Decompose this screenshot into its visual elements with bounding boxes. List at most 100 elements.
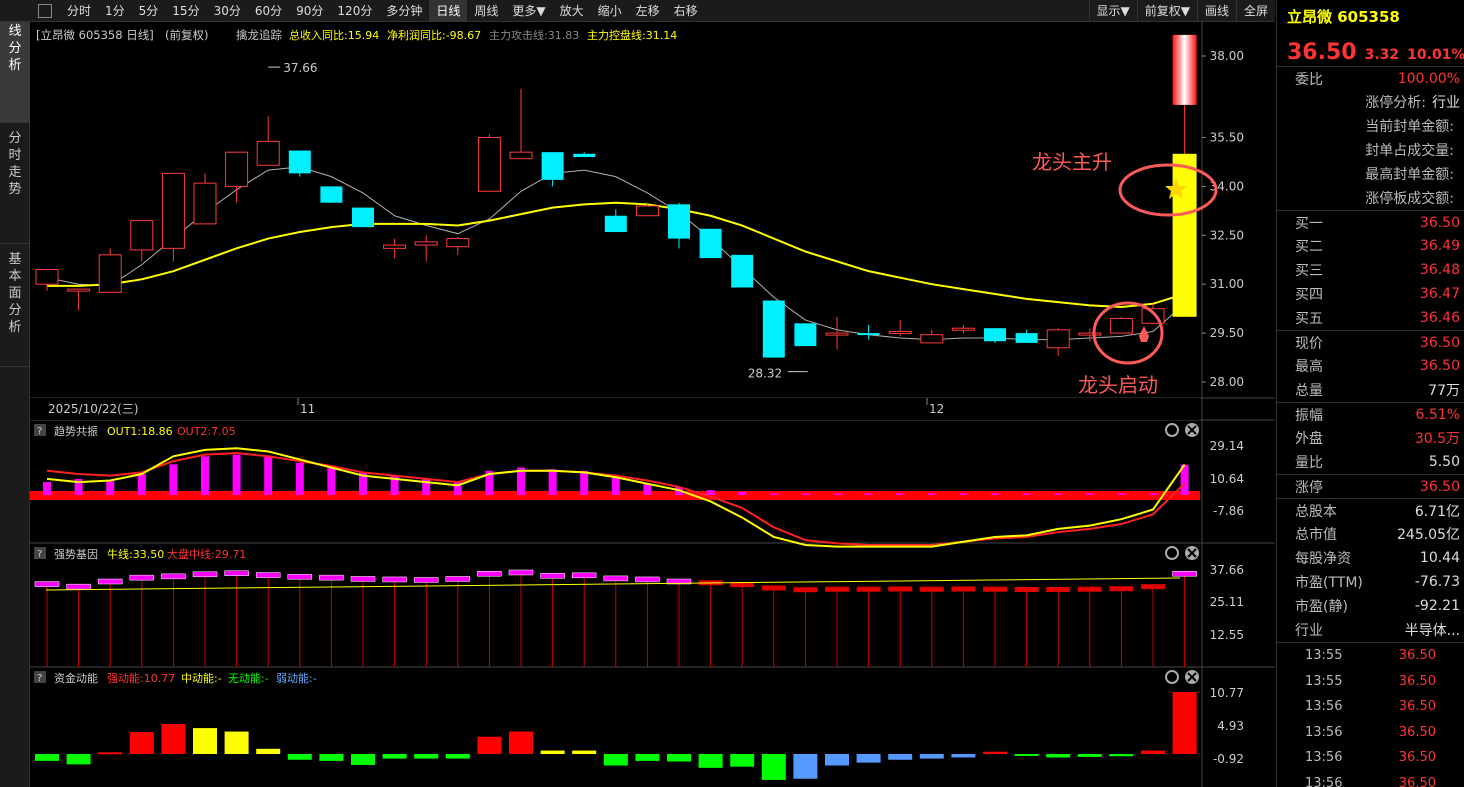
sidebar: K线分析 分时走势 基本面分析 [0,0,30,787]
stat-row: 最高封单金额: [1277,162,1464,186]
tick-time: 13:56 [1305,724,1343,740]
fund-bar [919,754,944,759]
stat-value: 10.44 [1419,550,1460,566]
tab-fundamental[interactable]: 基本面分析 [0,245,30,367]
stat-label: 总市值 [1295,527,1337,543]
sub-title: 趋势共振 [54,424,98,438]
stat-label: 买一 [1295,215,1323,232]
checkbox-icon[interactable] [38,4,52,18]
annotation-top: 龙头主升 [1032,150,1112,174]
gene-bar [635,576,660,583]
toolbar-right-button[interactable]: 前复权▼ [1136,0,1197,21]
fund-bar [761,754,786,780]
toolbar-right-button[interactable]: 全屏 [1235,0,1275,21]
candle-body [446,238,470,248]
chart-area[interactable]: [立昂微 605358 日线] (前复权) 擒龙追踪 总收入同比:15.94 净利润同比… [30,22,1275,787]
stat-row: 最高 36.50 [1277,354,1464,378]
sub-value: OUT2:7.05 [177,425,236,438]
rev-yoy: 总收入同比:15.94 [289,28,379,42]
stat-value: -92.21 [1414,598,1460,614]
stat-row: 市盈(TTM) -76.73 [1277,570,1464,594]
gene-bar [919,586,944,592]
fund-bar [793,754,818,779]
gene-bar [1141,584,1165,590]
stat-label: 量比 [1295,455,1323,471]
gene-bar [477,571,502,577]
main-title: [立昂微 605358 日线] [36,28,154,42]
period-button[interactable]: 周线 [467,0,505,21]
tick-row: 13:55 36.50 [1277,669,1464,695]
stat-row: 涨停分析: 行业 [1277,90,1464,114]
candle-body [635,205,659,217]
gene-bar [192,571,218,578]
candle-body [1078,332,1102,336]
stat-label: 现价 [1295,335,1323,352]
period-button[interactable]: 120分 [330,0,379,21]
stat-row: 行业 半导体... [1277,618,1464,642]
fund-bar [603,754,628,766]
toolbar-right-button[interactable]: 显示▼ [1088,0,1137,21]
gene-bar [382,576,407,583]
gene-bar [825,586,849,592]
period-button[interactable]: 5分 [132,0,166,21]
help-icon-glyph: ? [37,673,42,684]
trend-bar [1085,493,1094,495]
sub3-y-label: 4.93 [1217,719,1244,733]
tab-intraday[interactable]: 分时走势 [0,124,30,244]
period-button[interactable]: 放大 [553,0,591,21]
trend-bar [169,464,178,495]
period-button[interactable]: 多分钟 [379,0,429,21]
trend-bar [106,480,115,495]
candle-body [98,254,122,293]
period-button[interactable]: 60分 [248,0,289,21]
period-button[interactable]: 15分 [165,0,206,21]
tick-time: 13:56 [1305,775,1343,787]
gene-bar [793,587,818,593]
stock-name: 立昂微 [1287,8,1333,26]
tick-row: 13:56 36.50 [1277,720,1464,746]
fund-bar [572,750,597,754]
sub-value: 中动能:- [181,671,222,685]
gene-bar [888,586,913,592]
trend-bar [738,491,747,495]
date-axis-bg [30,398,1200,420]
trend-bar [201,456,209,495]
fund-bar [35,754,59,761]
tick-price: 36.50 [1398,673,1436,689]
toolbar-right-button[interactable]: 画线 [1196,0,1236,21]
period-button[interactable]: 30分 [207,0,248,21]
gene-bar [761,585,786,591]
gene-bar [571,572,597,579]
period-button[interactable]: 更多▼ [505,0,552,21]
period-button[interactable]: 90分 [289,0,330,21]
stat-row: 振幅 6.51% [1277,402,1464,426]
candle-body [509,151,533,160]
candle-body [414,241,438,246]
period-button[interactable]: 左移 [629,0,667,21]
stat-label: 涨停板成交额: [1365,191,1454,207]
period-button[interactable]: 分时 [60,0,98,21]
period-button[interactable]: 缩小 [591,0,629,21]
stat-row: 总量 77万 [1277,378,1464,402]
candle-body [225,151,249,187]
period-button[interactable]: 日线 [429,0,468,21]
help-icon-glyph: ? [37,549,42,560]
stat-value: 36.48 [1419,262,1460,278]
stat-row: 量比 5.50 [1277,450,1464,474]
help-icon-glyph: ? [37,426,42,437]
trend-bar [611,477,620,495]
period-button[interactable]: 1分 [98,0,132,21]
fund-bar [445,754,470,759]
candle-body [762,300,785,358]
period-button[interactable]: 右移 [667,0,705,21]
stat-label: 市盈(静) [1295,599,1348,615]
fund-bar [256,748,281,754]
stat-row: 总市值 245.05亿 [1277,522,1464,546]
trend-bar [706,490,715,495]
candle-body [794,323,817,347]
fund-bar [1014,754,1039,756]
stat-label: 涨停 [1295,479,1323,496]
trend-bar [833,493,841,495]
gene-bar [445,576,471,582]
candle-body [67,288,91,292]
